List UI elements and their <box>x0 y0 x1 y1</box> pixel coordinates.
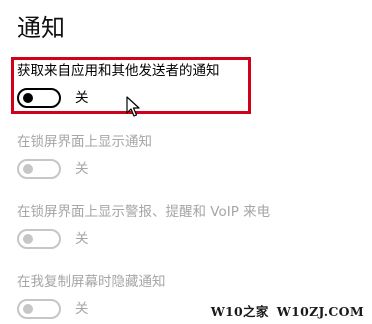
watermark: W10之家 W10ZJ.COM <box>211 301 364 320</box>
toggle-state-label: 关 <box>75 161 89 177</box>
toggle-knob <box>23 304 33 314</box>
toggle-knob <box>23 93 33 103</box>
mouse-cursor-icon <box>126 96 140 117</box>
notifications-toggle[interactable] <box>17 88 61 108</box>
toggle-row: 关 <box>17 229 270 249</box>
toggle-state-label: 关 <box>75 231 89 247</box>
toggle-row: 关 <box>17 299 166 319</box>
watermark-separator <box>271 306 275 319</box>
setting-label: 在锁屏界面上显示警报、提醒和 VoIP 来电 <box>17 204 271 220</box>
lockscreen-alarms-toggle[interactable] <box>17 229 61 249</box>
watermark-left: W10之家 <box>210 304 269 319</box>
setting-label: 获取来自应用和其他发送者的通知 <box>17 63 220 79</box>
toggle-state-label: 关 <box>75 90 89 106</box>
setting-label: 在我复制屏幕时隐藏通知 <box>17 274 166 290</box>
toggle-knob <box>23 234 33 244</box>
page-title: 通知 <box>17 14 65 42</box>
setting-lockscreen-notifications: 在锁屏界面上显示通知 关 <box>17 133 152 179</box>
toggle-row: 关 <box>17 159 152 179</box>
watermark-right: W10ZJ.COM <box>276 304 364 319</box>
toggle-row: 关 <box>17 88 220 108</box>
setting-hide-when-duplicating: 在我复制屏幕时隐藏通知 关 <box>17 273 166 319</box>
setting-lockscreen-alarms: 在锁屏界面上显示警报、提醒和 VoIP 来电 关 <box>17 203 270 249</box>
toggle-state-label: 关 <box>75 301 89 317</box>
lockscreen-notifications-toggle[interactable] <box>17 159 61 179</box>
toggle-knob <box>23 164 33 174</box>
hide-when-duplicating-toggle[interactable] <box>17 299 61 319</box>
setting-get-notifications: 获取来自应用和其他发送者的通知 关 <box>17 62 220 108</box>
setting-label: 在锁屏界面上显示通知 <box>17 134 152 150</box>
